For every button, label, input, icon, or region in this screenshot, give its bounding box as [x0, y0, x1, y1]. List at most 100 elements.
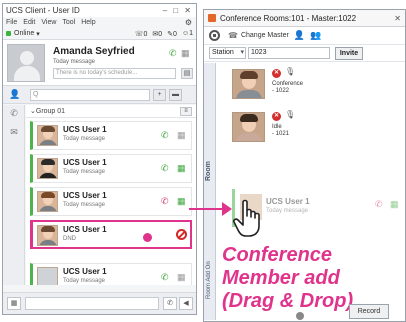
- list-item[interactable]: UCS User 1 Today message ✆ ▦: [30, 187, 192, 216]
- contact-name: UCS User 1: [63, 191, 107, 200]
- search-row: 👤 Q + ▬: [3, 86, 196, 104]
- list-item[interactable]: UCS User 1 Today message ✆ ▦: [30, 263, 192, 285]
- stop-record-icon[interactable]: [209, 30, 220, 41]
- my-profile: Amanda Seyfried Today message There is n…: [3, 40, 196, 86]
- avatar: [37, 125, 58, 146]
- client-title-bar: UCS Client - User ID – □ ✕: [3, 4, 196, 17]
- conference-app-icon: [208, 14, 216, 22]
- menu-edit[interactable]: Edit: [23, 19, 35, 26]
- group-label: Group 01: [35, 107, 66, 115]
- remove-member-icon[interactable]: ✕: [272, 112, 281, 121]
- room-side-tab[interactable]: Room Room Add On: [204, 63, 216, 320]
- hand-cursor-icon: [233, 199, 260, 237]
- list-item-dnd[interactable]: UCS User 1 DND: [30, 220, 192, 249]
- user-count-icon[interactable]: ☺1: [182, 30, 193, 38]
- mobile-icon[interactable]: ▦: [177, 163, 186, 174]
- mute-mic-icon[interactable]: 🎙: [285, 110, 295, 119]
- station-select[interactable]: Station: [209, 47, 246, 59]
- avatar: [37, 191, 58, 212]
- profile-message[interactable]: Today message: [53, 59, 95, 65]
- remove-member-icon[interactable]: ✕: [272, 69, 281, 78]
- chat-tab-icon[interactable]: ✉: [3, 127, 25, 143]
- conference-member[interactable]: ✕ 🎙 Conference - 1022: [222, 66, 402, 103]
- add-user-button[interactable]: +: [153, 88, 166, 101]
- schedule-field[interactable]: There is no today's schedule...: [53, 68, 176, 79]
- phone-icon[interactable]: ✆: [161, 163, 169, 174]
- change-master-icon[interactable]: ☎: [228, 31, 238, 40]
- status-select[interactable]: Online: [14, 30, 34, 37]
- building-icon[interactable]: ▦: [181, 48, 190, 59]
- calendar-button[interactable]: ▤: [181, 68, 193, 79]
- caption-line-1: Conference: [222, 244, 333, 266]
- mute-mic-icon[interactable]: 🎙: [285, 67, 295, 76]
- drag-arrow-line: [189, 208, 223, 210]
- phone-icon[interactable]: ✆: [161, 130, 169, 141]
- phone-busy-icon[interactable]: ✆: [161, 196, 169, 207]
- add-person-icon[interactable]: 👤: [294, 30, 305, 41]
- dnd-icon: [176, 229, 187, 240]
- keypad-button[interactable]: ▦: [7, 297, 21, 310]
- phone-busy-icon: ✆: [375, 199, 383, 209]
- memo-count-icon[interactable]: ✎0: [167, 30, 177, 38]
- menu-help[interactable]: Help: [81, 19, 95, 26]
- avatar[interactable]: [7, 44, 45, 82]
- group-icon[interactable]: 👥: [310, 30, 321, 41]
- caption-line-2: Member add: [222, 267, 340, 289]
- dial-input[interactable]: [25, 297, 159, 310]
- contact-message: DND: [63, 236, 76, 242]
- group-header[interactable]: ⌄ Group 01 ≡: [26, 105, 196, 118]
- window-controls[interactable]: – □ ✕: [163, 4, 196, 17]
- search-input[interactable]: Q: [30, 88, 150, 101]
- record-button[interactable]: Record: [349, 304, 389, 319]
- change-master-label[interactable]: Change Master: [241, 32, 289, 39]
- notification-counts: ☏0 ✉0 ✎0 ☺1: [135, 30, 193, 38]
- addon-tab-label[interactable]: Room Add On: [206, 261, 212, 299]
- avatar: [232, 112, 265, 142]
- call-button[interactable]: ✆: [163, 297, 177, 310]
- member-status: Conference: [272, 81, 304, 87]
- menu-view[interactable]: View: [41, 19, 56, 26]
- contact-message: Today message: [63, 278, 106, 284]
- contacts-tab-icon[interactable]: 👤: [6, 89, 24, 100]
- scroll-indicator[interactable]: [296, 312, 304, 320]
- building-icon[interactable]: ▦: [177, 272, 186, 283]
- member-number: - 1022: [272, 88, 290, 94]
- ghost-message: Today message: [266, 208, 309, 214]
- client-title: UCS Client - User ID: [6, 6, 80, 15]
- avatar: [37, 225, 58, 246]
- phone-icon[interactable]: ✆: [169, 48, 177, 59]
- call-count-icon[interactable]: ☏0: [135, 30, 148, 38]
- conference-member[interactable]: ✕ 🎙 Idle - 1021: [222, 109, 402, 146]
- number-input[interactable]: 1023: [248, 47, 330, 59]
- invite-button[interactable]: Invite: [335, 46, 363, 60]
- gear-icon[interactable]: ⚙: [185, 18, 192, 27]
- phone-tab-icon[interactable]: ✆: [3, 108, 25, 124]
- conference-title-bar: Conference Rooms:101 - Master:1022 ✕: [204, 10, 405, 27]
- screenshot-stage: UCS Client - User ID – □ ✕ File Edit Vie…: [0, 0, 406, 322]
- close-icon[interactable]: ✕: [394, 14, 401, 23]
- building-icon[interactable]: ▦: [177, 196, 186, 207]
- member-number: - 1021: [272, 131, 290, 137]
- contact-list: ⌄ Group 01 ≡ UCS User 1 Today message ✆ …: [26, 105, 196, 285]
- online-status-icon: [6, 31, 11, 36]
- menu-file[interactable]: File: [6, 19, 17, 26]
- conference-toolbar: ☎ Change Master 👤 👥: [204, 27, 405, 45]
- contact-name: UCS User 1: [63, 125, 107, 134]
- list-item[interactable]: UCS User 1 Today message ✆ ▦: [30, 121, 192, 150]
- avatar: [232, 69, 265, 99]
- message-count-icon[interactable]: ✉0: [152, 30, 162, 38]
- folder-button[interactable]: ▬: [169, 88, 182, 101]
- volume-icon[interactable]: ◀: [179, 297, 193, 310]
- contact-message: Today message: [63, 136, 106, 142]
- building-icon[interactable]: ▦: [177, 130, 186, 141]
- drag-arrow-head: [222, 202, 232, 216]
- chevron-down-icon[interactable]: ▾: [36, 30, 40, 38]
- status-row: Online ▾ ☏0 ✉0 ✎0 ☺1: [3, 28, 196, 40]
- list-item[interactable]: UCS User 1 Today message ✆ ▦: [30, 154, 192, 183]
- menu-tool[interactable]: Tool: [62, 19, 75, 26]
- room-tab-label: Room: [205, 161, 212, 181]
- conference-title: Conference Rooms:101 - Master:1022: [220, 13, 357, 23]
- ghost-name: UCS User 1: [266, 197, 310, 206]
- phone-icon[interactable]: ✆: [161, 272, 169, 283]
- group-menu-button[interactable]: ≡: [180, 106, 192, 116]
